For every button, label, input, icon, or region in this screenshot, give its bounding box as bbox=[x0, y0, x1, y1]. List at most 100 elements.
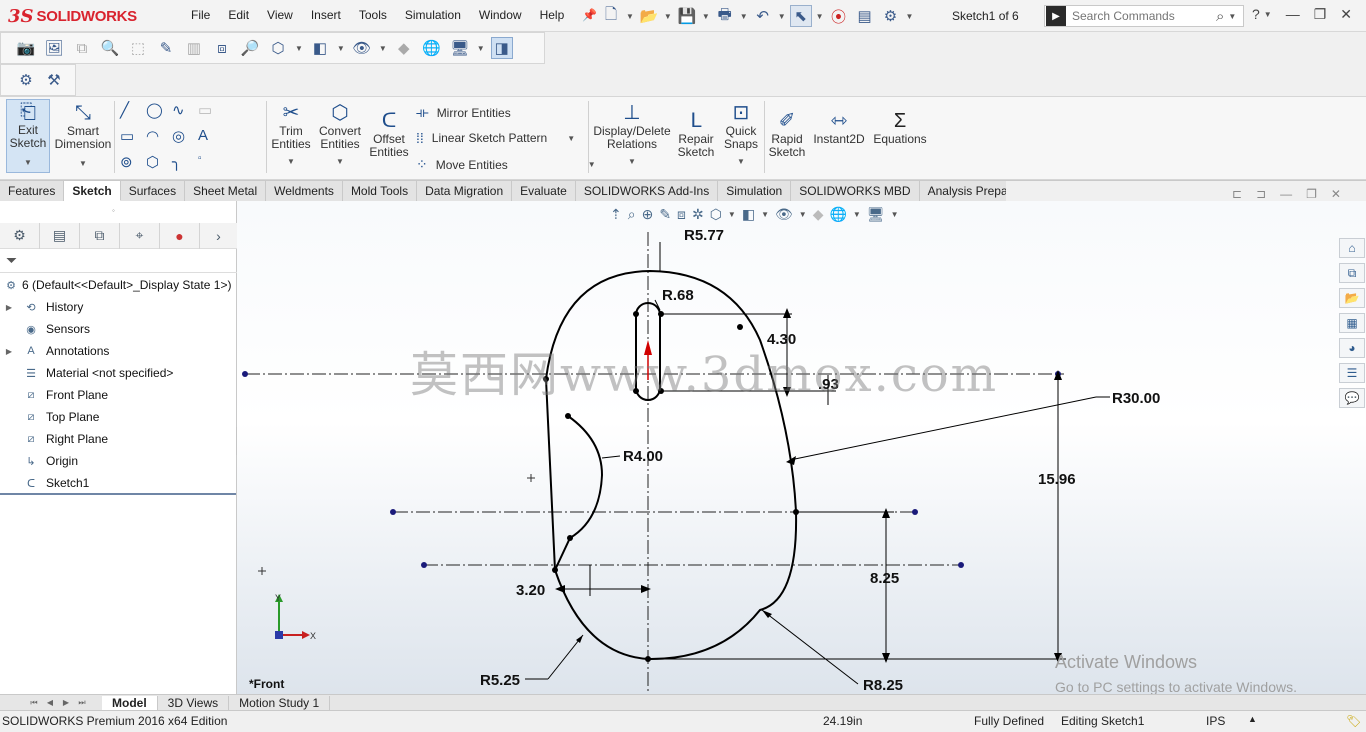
mirror-entities-button[interactable]: ⟛ Mirror Entities bbox=[416, 104, 511, 121]
apply-scene-icon[interactable]: 🌐 bbox=[829, 206, 846, 223]
filter-icon[interactable]: ⏷ bbox=[6, 252, 17, 269]
expand-icon[interactable]: ▶ bbox=[4, 303, 14, 312]
previous-icon[interactable]: ✎ bbox=[659, 206, 671, 223]
sheet-icon[interactable]: ▥ bbox=[183, 37, 205, 59]
chevron-down-icon[interactable]: ▼ bbox=[626, 12, 634, 21]
slot-icon[interactable]: ⊚ bbox=[120, 153, 146, 171]
arc-icon[interactable]: ◠ bbox=[146, 127, 172, 145]
camera-icon[interactable]: 📷 bbox=[15, 37, 37, 59]
editing-status[interactable]: Editing Sketch1 bbox=[1061, 714, 1144, 728]
chevron-down-icon[interactable]: ▼ bbox=[336, 155, 344, 168]
hide-show-icon[interactable]: 👁 bbox=[351, 37, 373, 59]
menu-insert[interactable]: Insert bbox=[302, 8, 350, 22]
chevron-down-icon[interactable]: ▼ bbox=[853, 210, 861, 219]
zoom-selection-icon[interactable]: 🔎 bbox=[239, 37, 261, 59]
chevron-down-icon[interactable]: ▼ bbox=[24, 156, 32, 169]
hide-show-items-icon[interactable]: 👁 bbox=[775, 206, 793, 223]
select-pointer-icon[interactable]: ⬉ bbox=[789, 5, 812, 27]
chevron-down-icon[interactable]: ▼ bbox=[295, 44, 303, 53]
scene-icon[interactable]: 🌐 bbox=[421, 37, 443, 59]
zoom-area-icon[interactable]: ⊕ bbox=[642, 206, 654, 223]
open-folder-icon[interactable]: 📂 bbox=[638, 5, 660, 27]
close-icon[interactable]: ✕ bbox=[1340, 6, 1352, 23]
smart-dimension-button[interactable]: ⤡ Smart Dimension ▼ bbox=[54, 101, 112, 170]
menu-view[interactable]: View bbox=[258, 8, 302, 22]
move-entities-button[interactable]: ⁘ Move Entities ▼ bbox=[416, 156, 596, 173]
tab-motion-study[interactable]: Motion Study 1 bbox=[229, 695, 331, 710]
tab-mold-tools[interactable]: Mold Tools bbox=[342, 180, 418, 201]
zoom-area-icon[interactable]: ⬚ bbox=[127, 37, 149, 59]
appearance-icon[interactable]: ◆ bbox=[393, 37, 415, 59]
tab-3d-views[interactable]: 3D Views bbox=[158, 695, 230, 710]
next-tab-icon[interactable]: ▶ bbox=[58, 696, 74, 710]
tree-filter[interactable]: ⏷ bbox=[0, 249, 237, 273]
exit-sketch-button[interactable]: ⎗ Exit Sketch ▼ bbox=[6, 99, 50, 173]
file-properties-icon[interactable]: ▤ bbox=[854, 5, 876, 27]
tree-item-history[interactable]: ▶ ⟲ History bbox=[0, 297, 83, 317]
polygon-icon[interactable]: ◎ bbox=[172, 127, 198, 145]
custom-properties-icon[interactable]: ☰ bbox=[1339, 363, 1365, 383]
chevron-down-icon[interactable]: ▼ bbox=[702, 12, 710, 21]
tree-item-annotations[interactable]: ▶ A Annotations bbox=[0, 341, 109, 361]
new-document-icon[interactable]: 🗋 bbox=[600, 5, 622, 27]
close-icon[interactable]: ✕ bbox=[1331, 187, 1341, 201]
pane-grip-icon[interactable]: ◦ bbox=[112, 206, 115, 215]
chevron-down-icon[interactable]: ▼ bbox=[379, 44, 387, 53]
help-icon[interactable]: ? bbox=[1252, 6, 1260, 23]
chevron-down-icon[interactable]: ▼ bbox=[664, 12, 672, 21]
graphics-area[interactable]: R5.77 R.68 4.30 .93 R30.00 R4.00 15.96 8… bbox=[237, 201, 1366, 694]
feature-manager-tab-icon[interactable]: ⚙ bbox=[0, 222, 40, 249]
search-commands-box[interactable]: ▶ ⌕ ▼ bbox=[1044, 5, 1244, 27]
viewport-next-icon[interactable]: ⊐ bbox=[1256, 187, 1266, 201]
view-cube-icon[interactable]: ◨ bbox=[490, 37, 513, 59]
edit-appearance-icon[interactable]: ✎ bbox=[155, 37, 177, 59]
menu-window[interactable]: Window bbox=[470, 8, 531, 22]
file-explorer-icon[interactable]: 📂 bbox=[1339, 288, 1365, 308]
tab-sketch[interactable]: Sketch bbox=[64, 180, 121, 201]
dynamic-annotation-icon[interactable]: ✲ bbox=[692, 206, 704, 223]
spline-icon[interactable]: ∿ bbox=[172, 101, 198, 119]
sketch-fillet-icon[interactable]: ╮ bbox=[172, 153, 198, 171]
minimize-icon[interactable]: — bbox=[1280, 187, 1292, 201]
chevron-down-icon[interactable]: ▼ bbox=[1264, 10, 1272, 23]
view-orientation-icon[interactable]: ⬡ bbox=[267, 37, 289, 59]
search-input[interactable] bbox=[1066, 9, 1216, 23]
copy-view-icon[interactable]: ⧉ bbox=[71, 37, 93, 59]
zoom-to-fit-icon[interactable]: 🔍 bbox=[99, 37, 121, 59]
menu-help[interactable]: Help bbox=[531, 8, 574, 22]
chevron-down-icon[interactable]: ▼ bbox=[778, 12, 786, 21]
restore-icon[interactable]: ❐ bbox=[1306, 187, 1317, 201]
menu-edit[interactable]: Edit bbox=[219, 8, 258, 22]
display-style-icon[interactable]: ◧ bbox=[309, 37, 331, 59]
print-icon[interactable]: 🖶 bbox=[714, 5, 736, 27]
minimize-icon[interactable]: — bbox=[1286, 6, 1300, 23]
first-tab-icon[interactable]: ⏮ bbox=[26, 696, 42, 710]
linear-sketch-pattern-button[interactable]: ⁞⁞ Linear Sketch Pattern ▼ bbox=[416, 130, 575, 146]
convert-entities-button[interactable]: ⬡ Convert Entities ▼ bbox=[316, 101, 364, 168]
last-tab-icon[interactable]: ⏭ bbox=[74, 696, 90, 710]
monitor-icon[interactable]: 🖥 bbox=[449, 37, 471, 59]
tree-item-sensors[interactable]: ◉ Sensors bbox=[0, 319, 90, 339]
tree-item-sketch1[interactable]: ᑕ Sketch1 bbox=[0, 473, 89, 493]
prev-tab-icon[interactable]: ◀ bbox=[42, 696, 58, 710]
units-selector[interactable]: IPS bbox=[1206, 714, 1225, 728]
design-library-icon[interactable]: ⧉ bbox=[1339, 263, 1365, 283]
chevron-down-icon[interactable]: ▼ bbox=[906, 12, 914, 21]
chevron-down-icon[interactable]: ▼ bbox=[799, 210, 807, 219]
property-manager-tab-icon[interactable]: ▤ bbox=[40, 222, 80, 249]
tab-surfaces[interactable]: Surfaces bbox=[120, 180, 186, 201]
chevron-down-icon[interactable]: ▼ bbox=[1228, 12, 1236, 21]
chevron-down-icon[interactable]: ▼ bbox=[761, 210, 769, 219]
chevron-down-icon[interactable]: ▼ bbox=[737, 155, 745, 168]
fillet-icon[interactable]: ▭ bbox=[198, 101, 224, 119]
menu-tools[interactable]: Tools bbox=[350, 8, 396, 22]
chevron-down-icon[interactable]: ▼ bbox=[891, 210, 899, 219]
rapid-sketch-button[interactable]: ✐ Rapid Sketch bbox=[768, 109, 806, 159]
screenshot-icon[interactable]: 🖼 bbox=[43, 37, 65, 59]
rebuild-icon[interactable]: ⦿ bbox=[828, 5, 850, 27]
view-settings-icon[interactable]: 🖥 bbox=[867, 206, 885, 223]
point-polygon-icon[interactable]: ⬡ bbox=[146, 153, 172, 171]
zoom-to-fit-icon[interactable]: ⌕ bbox=[628, 206, 636, 223]
tab-simulation[interactable]: Simulation bbox=[718, 180, 792, 201]
chevron-up-icon[interactable]: ▲ bbox=[1248, 714, 1257, 724]
